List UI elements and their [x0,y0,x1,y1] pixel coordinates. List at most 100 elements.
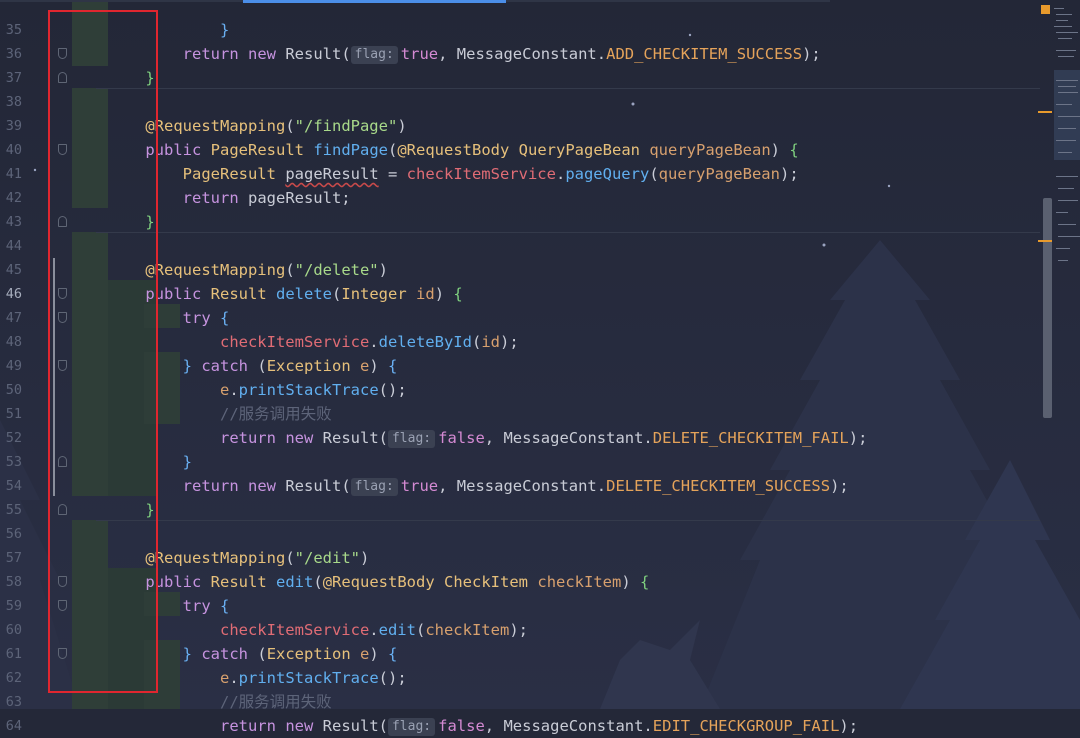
error-stripe-mark[interactable] [1038,240,1052,242]
code-token: "/findPage" [294,117,398,135]
line-number[interactable]: 39 [0,114,22,138]
line-number[interactable]: 42 [0,186,22,210]
code-text[interactable]: return new Result(flag: false, MessageCon… [108,426,867,450]
line-number[interactable]: 38 [0,90,22,114]
line-number[interactable]: 46 [0,282,22,306]
line-number[interactable]: 63 [0,690,22,714]
line-number[interactable]: 49 [0,354,22,378]
line-number[interactable]: 50 [0,378,22,402]
code-token: DELETE_CHECKITEM_SUCCESS [606,477,831,495]
code-token: false [438,429,485,447]
code-token: checkItem [425,621,510,639]
code-token: (); [378,381,407,399]
code-token: id [481,333,500,351]
code-token: { [640,573,650,591]
line-number[interactable]: 53 [0,450,22,474]
code-token: pageResult; [238,189,351,207]
code-line[interactable]: 63 //服务调用失败 [0,690,1040,714]
line-number[interactable]: 59 [0,594,22,618]
code-token: //服务调用失败 [219,405,332,423]
code-token: new [248,45,276,63]
line-number[interactable]: 61 [0,642,22,666]
code-token: "/edit" [294,549,360,567]
code-token: = [378,165,407,183]
code-token: ) [770,141,790,159]
line-number[interactable]: 41 [0,162,22,186]
code-token: ); [802,45,821,63]
line-number[interactable]: 60 [0,618,22,642]
code-text[interactable]: checkItemService.deleteById(id); [108,330,519,354]
line-number[interactable]: 56 [0,522,22,546]
active-tab-indicator[interactable] [243,0,506,3]
code-token: ( [248,645,267,663]
line-number[interactable]: 54 [0,474,22,498]
code-minimap[interactable] [1052,0,1080,709]
line-number[interactable]: 37 [0,66,22,90]
code-text[interactable]: public Result delete(Integer id) { [108,282,462,306]
code-line[interactable]: 64 return new Result(flag: false, Message… [0,714,1040,738]
code-text[interactable]: return new Result(flag: true, MessageCons… [108,42,821,66]
line-number[interactable]: 58 [0,570,22,594]
code-text[interactable]: PageResult pageResult = checkItemService… [108,162,799,186]
code-token: Result( [313,429,388,447]
line-number[interactable]: 52 [0,426,22,450]
line-number[interactable]: 35 [0,18,22,42]
line-number[interactable]: 64 [0,714,22,738]
line-number[interactable]: 47 [0,306,22,330]
code-token: queryPageBean [658,165,780,183]
code-text[interactable]: return new Result(flag: true, MessageCons… [108,474,849,498]
warning-indicator-icon[interactable] [1041,5,1050,14]
code-token: Result [210,285,267,303]
code-token: pageResult [285,165,379,183]
line-number[interactable]: 45 [0,258,22,282]
code-token: ); [839,717,859,735]
code-token: printStackTrace [238,381,379,399]
line-number[interactable]: 44 [0,234,22,258]
code-token: try [182,309,211,327]
code-token: DELETE_CHECKITEM_FAIL [652,429,849,447]
code-token: { [789,141,799,159]
line-number[interactable]: 43 [0,210,22,234]
code-token: deleteById [378,333,472,351]
code-token: @RequestBody [397,141,510,159]
line-number[interactable]: 51 [0,402,22,426]
error-stripe-mark[interactable] [1038,111,1052,113]
code-token: new [248,477,276,495]
code-token: checkItem [537,573,622,591]
line-number[interactable]: 48 [0,330,22,354]
vertical-scrollbar[interactable] [1043,198,1052,418]
line-number[interactable]: 40 [0,138,22,162]
code-token: Exception [266,357,351,375]
code-token: ) [369,357,389,375]
code-text[interactable]: public Result edit(@RequestBody CheckIte… [108,570,649,594]
code-token: ( [285,117,295,135]
line-number[interactable]: 62 [0,666,22,690]
code-token: ( [285,549,295,567]
code-token: queryPageBean [649,141,771,159]
code-token: (); [378,669,407,687]
code-text[interactable]: checkItemService.edit(checkItem); [108,618,528,642]
line-number[interactable]: 55 [0,498,22,522]
code-token: true [400,45,439,63]
code-text[interactable]: return new Result(flag: false, MessageCon… [108,714,858,738]
line-number[interactable]: 36 [0,42,22,66]
line-number[interactable]: 57 [0,546,22,570]
code-text[interactable]: public PageResult findPage(@RequestBody … [108,138,799,162]
code-token: ) [369,645,389,663]
code-token: ); [830,477,849,495]
code-text[interactable]: //服务调用失败 [108,690,332,714]
code-token: return [182,189,239,207]
